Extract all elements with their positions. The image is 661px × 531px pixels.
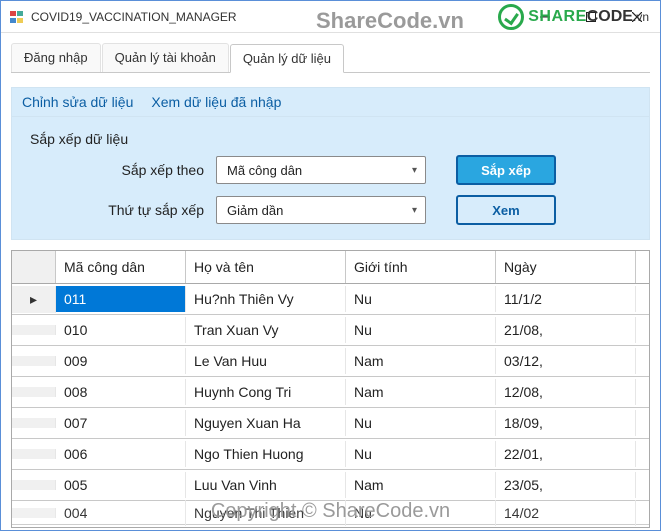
subtab-strip: Chỉnh sửa dữ liệu Xem dữ liệu đã nhập [11,87,650,117]
cell-date[interactable]: 23/05, [496,472,636,498]
cell-date[interactable]: 03/12, [496,348,636,374]
cell-date[interactable]: 18/09, [496,410,636,436]
table-row[interactable]: 006Ngo Thien HuongNu22/01, [12,439,649,470]
tab-login[interactable]: Đăng nhập [11,43,101,72]
app-window: COVID19_VACCINATION_MANAGER Đăng nhập Qu… [0,0,661,531]
sort-button[interactable]: Sắp xếp [456,155,556,185]
button-label: Sắp xếp [481,163,531,178]
cell-name[interactable]: Ngo Thien Huong [186,441,346,467]
cell-id[interactable]: 006 [56,441,186,467]
chevron-down-icon: ▾ [412,165,417,176]
cell-id[interactable]: 007 [56,410,186,436]
cell-name[interactable]: Tran Xuan Vy [186,317,346,343]
window-controls [522,1,660,32]
row-indicator [12,480,56,490]
window-title: COVID19_VACCINATION_MANAGER [31,10,522,24]
tab-label: Quản lý tài khoản [115,50,216,65]
cell-gender[interactable]: Nu [346,317,496,343]
table-row[interactable]: 004Nguyen Thi ThienNu14/02 [12,501,649,525]
section-title: Sắp xếp dữ liệu [26,127,635,155]
cell-gender[interactable]: Nu [346,286,496,312]
tab-label: Đăng nhập [24,50,88,65]
order-combo[interactable]: Giảm dần ▾ [216,196,426,224]
cell-gender[interactable]: Nu [346,410,496,436]
combo-value: Mã công dân [227,163,302,178]
table-row[interactable]: 010Tran Xuan VyNu21/08, [12,315,649,346]
cell-gender[interactable]: Nam [346,472,496,498]
cell-name[interactable]: Nguyen Thi Thien [186,500,346,526]
table-row[interactable]: 005Luu Van VinhNam23/05, [12,470,649,501]
row-indicator [12,325,56,335]
cell-date[interactable]: 12/08, [496,379,636,405]
titlebar: COVID19_VACCINATION_MANAGER [1,1,660,33]
order-row: Thứ tự sắp xếp Giảm dần ▾ Xem [26,195,635,225]
view-button[interactable]: Xem [456,195,556,225]
subtab-view[interactable]: Xem dữ liệu đã nhập [151,94,281,110]
cell-date[interactable]: 11/1/2 [496,286,636,312]
client-area: Đăng nhập Quản lý tài khoản Quản lý dữ l… [1,33,660,528]
row-indicator-header [12,251,56,283]
row-indicator [12,418,56,428]
order-label: Thứ tự sắp xếp [26,202,216,218]
cell-date[interactable]: 22/01, [496,441,636,467]
main-tabstrip: Đăng nhập Quản lý tài khoản Quản lý dữ l… [11,43,650,73]
cell-id[interactable]: 009 [56,348,186,374]
cell-id[interactable]: 005 [56,472,186,498]
tab-label: Quản lý dữ liệu [243,51,331,66]
sort-by-combo[interactable]: Mã công dân ▾ [216,156,426,184]
cell-name[interactable]: Nguyen Xuan Ha [186,410,346,436]
sort-by-label: Sắp xếp theo [26,162,216,178]
subtab-label: Chỉnh sửa dữ liệu [22,94,133,110]
grid-header: Mã công dân Họ và tên Giới tính Ngày [12,251,649,284]
app-icon [9,9,25,25]
cell-id[interactable]: 004 [56,500,186,526]
data-grid[interactable]: Mã công dân Họ và tên Giới tính Ngày ▸01… [11,250,650,528]
col-header-gender[interactable]: Giới tính [346,251,496,283]
close-button[interactable] [614,1,660,33]
col-header-date[interactable]: Ngày [496,251,636,283]
cell-name[interactable]: Huynh Cong Tri [186,379,346,405]
maximize-button[interactable] [568,1,614,33]
row-indicator: ▸ [12,286,56,313]
sort-panel: Sắp xếp dữ liệu Sắp xếp theo Mã công dân… [11,117,650,240]
combo-value: Giảm dần [227,203,283,218]
minimize-button[interactable] [522,1,568,33]
col-header-id[interactable]: Mã công dân [56,251,186,283]
cell-gender[interactable]: Nam [346,379,496,405]
row-indicator [12,508,56,518]
cell-name[interactable]: Le Van Huu [186,348,346,374]
table-row[interactable]: ▸011Hu?nh Thiên VyNu11/1/2 [12,284,649,315]
row-indicator [12,387,56,397]
grid-body: ▸011Hu?nh Thiên VyNu11/1/2010Tran Xuan V… [12,284,649,525]
row-indicator [12,449,56,459]
subtab-edit[interactable]: Chỉnh sửa dữ liệu [22,94,133,110]
cell-name[interactable]: Luu Van Vinh [186,472,346,498]
cell-date[interactable]: 14/02 [496,500,636,526]
cell-date[interactable]: 21/08, [496,317,636,343]
cell-name[interactable]: Hu?nh Thiên Vy [186,286,346,312]
table-row[interactable]: 007Nguyen Xuan HaNu18/09, [12,408,649,439]
cell-id[interactable]: 008 [56,379,186,405]
cell-id[interactable]: 011 [56,286,186,312]
row-indicator [12,356,56,366]
subtab-label: Xem dữ liệu đã nhập [151,94,281,110]
tab-data[interactable]: Quản lý dữ liệu [230,44,344,73]
cell-gender[interactable]: Nam [346,348,496,374]
sort-by-row: Sắp xếp theo Mã công dân ▾ Sắp xếp [26,155,635,185]
cell-gender[interactable]: Nu [346,441,496,467]
table-row[interactable]: 009Le Van HuuNam03/12, [12,346,649,377]
tab-accounts[interactable]: Quản lý tài khoản [102,43,229,72]
chevron-down-icon: ▾ [412,205,417,216]
cell-id[interactable]: 010 [56,317,186,343]
table-row[interactable]: 008Huynh Cong TriNam12/08, [12,377,649,408]
button-label: Xem [492,203,519,218]
cell-gender[interactable]: Nu [346,500,496,526]
col-header-name[interactable]: Họ và tên [186,251,346,283]
